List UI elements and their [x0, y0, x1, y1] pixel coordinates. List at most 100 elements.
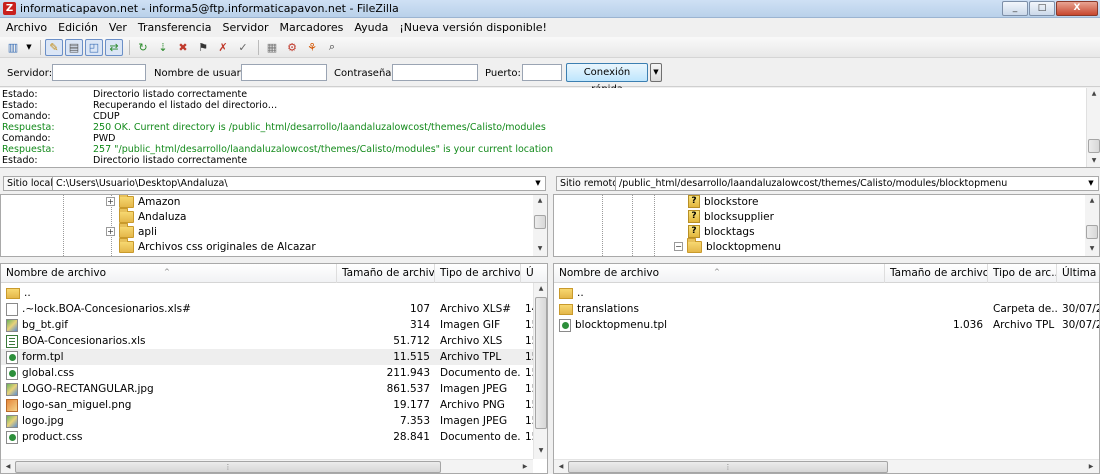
tree-item[interactable]: Archivos css originales de Alcazar [119, 237, 316, 254]
scroll-up-icon[interactable]: ▲ [1088, 88, 1100, 100]
menu-transferencia[interactable]: Transferencia [134, 21, 216, 34]
local-file-list[interactable]: Nombre de archivo ^ Tamaño de archivo Tip… [0, 263, 548, 474]
tree-item[interactable]: + apli [106, 222, 157, 239]
column-header-type[interactable]: Tipo de arc... [988, 264, 1057, 283]
table-row[interactable]: logo-san_miguel.png 19.177 Archivo PNG 1… [1, 397, 547, 413]
tree-item[interactable]: ? blocksupplier [686, 209, 774, 224]
stop-icon[interactable]: ✖ [174, 39, 192, 56]
local-file-list-vscrollbar[interactable]: ▲ ▼ [533, 283, 547, 459]
password-input[interactable] [392, 64, 478, 81]
toggle-tree-remote-icon[interactable]: ◰ [85, 38, 103, 56]
scroll-up-icon[interactable]: ▲ [534, 195, 546, 207]
cancel-icon[interactable]: ✓ [234, 39, 252, 56]
sync-browse-icon[interactable]: ⚘ [303, 39, 321, 56]
table-row[interactable]: bg_bt.gif 314 Imagen GIF 15 [1, 317, 547, 333]
refresh-icon[interactable]: ↻ [134, 39, 152, 56]
unknown-folder-icon: ? [688, 195, 700, 208]
filter-icon[interactable]: ⚙ [283, 39, 301, 56]
dropdown-arrow-icon[interactable]: ▼ [24, 39, 34, 56]
tree-item-selected[interactable]: − blocktopmenu [674, 237, 781, 254]
remote-path-dropdown-icon[interactable]: ▼ [1085, 177, 1097, 190]
quickconnect-history-dropdown[interactable]: ▼ [650, 63, 662, 82]
disconnect-icon[interactable]: ⚑ [194, 39, 212, 56]
column-header-name[interactable]: Nombre de archivo ^ [554, 264, 885, 283]
local-path-input[interactable]: C:\Users\Usuario\Desktop\Andaluza\ [52, 176, 546, 191]
close-button[interactable]: X [1056, 1, 1098, 16]
table-row[interactable]: product.css 28.841 Documento de... 15 [1, 429, 547, 445]
table-row[interactable]: LOGO-RECTANGULAR.jpg 861.537 Imagen JPEG… [1, 381, 547, 397]
column-header-type[interactable]: Tipo de archivo [435, 264, 521, 283]
table-row[interactable]: form.tpl 11.515 Archivo TPL 15 [1, 349, 547, 365]
log-scrollbar[interactable]: ▲ ▼ [1086, 88, 1100, 167]
toggle-queue-icon[interactable]: ⇄ [105, 38, 123, 56]
remote-file-list[interactable]: Nombre de archivo ^ Tamaño de archivo Tip… [553, 263, 1100, 474]
column-header-name[interactable]: Nombre de archivo ^ [1, 264, 337, 283]
host-input[interactable] [52, 64, 146, 81]
scroll-down-icon[interactable]: ▼ [534, 243, 546, 255]
scroll-right-icon[interactable]: ▶ [519, 461, 531, 473]
table-row[interactable]: blocktopmenu.tpl 1.036 Archivo TPL 30/07… [554, 317, 1099, 333]
menu-ayuda[interactable]: Ayuda [350, 21, 392, 34]
scroll-up-icon[interactable]: ▲ [1086, 195, 1098, 207]
table-row[interactable]: translations Carpeta de... 30/07/20 [554, 301, 1099, 317]
column-header-modified[interactable]: Ú [521, 264, 547, 283]
menu-edicion[interactable]: Edición [54, 21, 102, 34]
local-file-list-hscrollbar[interactable]: ◀ ⋮ ▶ [1, 459, 533, 473]
table-row[interactable]: logo.jpg 7.353 Imagen JPEG 15 [1, 413, 547, 429]
maximize-button[interactable]: □ [1029, 1, 1055, 16]
menu-nueva-version[interactable]: ¡Nueva versión disponible! [395, 21, 551, 34]
table-row[interactable]: .. [554, 285, 1099, 301]
site-manager-icon[interactable]: ▥ [4, 39, 22, 56]
menu-ver[interactable]: Ver [105, 21, 131, 34]
quickconnect-button[interactable]: Conexión rápida [566, 63, 648, 95]
menu-archivo[interactable]: Archivo [2, 21, 51, 34]
scroll-thumb[interactable]: ⋮ [15, 461, 441, 473]
scroll-up-icon[interactable]: ▲ [535, 283, 547, 295]
scroll-thumb[interactable] [1086, 225, 1098, 239]
scroll-thumb[interactable] [535, 297, 547, 429]
scroll-down-icon[interactable]: ▼ [1086, 243, 1098, 255]
column-header-size[interactable]: Tamaño de archivo [337, 264, 435, 283]
scroll-right-icon[interactable]: ▶ [1085, 461, 1097, 473]
toggle-log-icon[interactable]: ✎ [45, 38, 63, 56]
remote-directory-tree[interactable]: ? blockstore ? blocksupplier ? blocktags… [553, 194, 1100, 257]
tree-item[interactable]: Andaluza [119, 207, 186, 224]
expand-icon[interactable]: + [106, 197, 115, 206]
table-row[interactable]: BOA-Concesionarios.xls 51.712 Archivo XL… [1, 333, 547, 349]
remote-path-input[interactable]: /public_html/desarrollo/laandaluzalowcos… [615, 176, 1099, 191]
message-log[interactable]: Estado: Directorio listado correctamente … [0, 88, 1100, 168]
scroll-down-icon[interactable]: ▼ [535, 445, 547, 457]
reconnect-icon[interactable]: ✗ [214, 39, 232, 56]
tree-item[interactable]: ? blocktags [686, 224, 755, 239]
table-row[interactable]: global.css 211.943 Documento de... 15 [1, 365, 547, 381]
directory-compare-icon[interactable]: ▦ [263, 39, 281, 56]
scroll-left-icon[interactable]: ◀ [2, 461, 14, 473]
tree-item[interactable]: + Amazon [106, 195, 180, 209]
column-header-modified[interactable]: Última m [1057, 264, 1099, 283]
remote-tree-scrollbar[interactable]: ▲ ▼ [1085, 195, 1099, 256]
tree-item[interactable]: ? blockstore [686, 195, 758, 209]
scroll-thumb[interactable]: ⋮ [568, 461, 888, 473]
menu-marcadores[interactable]: Marcadores [276, 21, 348, 34]
scroll-down-icon[interactable]: ▼ [1088, 155, 1100, 167]
remote-file-list-hscrollbar[interactable]: ◀ ⋮ ▶ [554, 459, 1099, 473]
process-queue-icon[interactable]: ⇣ [154, 39, 172, 56]
toggle-tree-local-icon[interactable]: ▤ [65, 38, 83, 56]
port-input[interactable] [522, 64, 562, 81]
folder-icon [6, 287, 20, 299]
local-tree-scrollbar[interactable]: ▲ ▼ [533, 195, 547, 256]
table-row[interactable]: .~lock.BOA-Concesionarios.xls# 107 Archi… [1, 301, 547, 317]
minimize-button[interactable]: _ [1002, 1, 1028, 16]
search-icon[interactable]: ⌕ [323, 39, 341, 56]
collapse-icon[interactable]: − [674, 242, 683, 251]
local-path-dropdown-icon[interactable]: ▼ [532, 177, 544, 190]
scroll-thumb[interactable] [534, 215, 546, 229]
table-row[interactable]: .. [1, 285, 547, 301]
scroll-left-icon[interactable]: ◀ [555, 461, 567, 473]
local-directory-tree[interactable]: + Amazon Andaluza + apli Archivos css or… [0, 194, 548, 257]
username-input[interactable] [241, 64, 327, 81]
expand-icon[interactable]: + [106, 227, 115, 236]
column-header-size[interactable]: Tamaño de archivo [885, 264, 988, 283]
menu-servidor[interactable]: Servidor [218, 21, 272, 34]
log-scroll-thumb[interactable] [1088, 139, 1100, 153]
